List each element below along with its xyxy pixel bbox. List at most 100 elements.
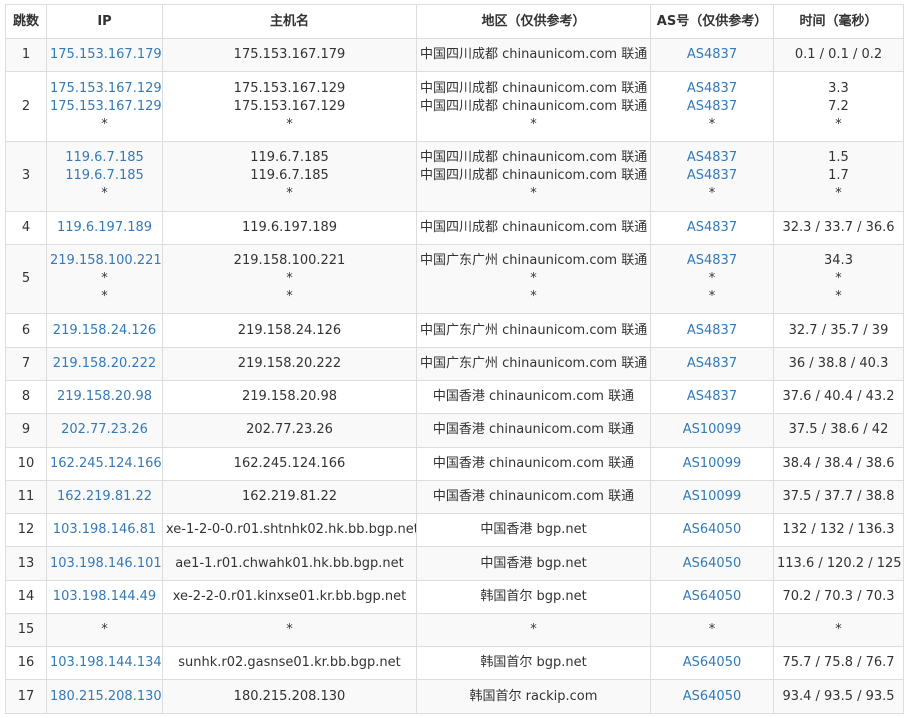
ip-link[interactable]: 219.158.24.126 <box>50 322 159 340</box>
time-text: 113.6 / 120.2 / 125 <box>777 555 902 571</box>
no-response-marker: * <box>286 116 293 132</box>
asn-link[interactable]: AS4837 <box>654 219 770 237</box>
asn-cell: AS10099 <box>650 413 774 448</box>
table-row: 15 * * * * * <box>5 612 904 648</box>
region-text: 中国广东广州 chinaunicom.com 联通 <box>420 322 648 338</box>
asn-link[interactable]: AS4837 <box>654 80 770 98</box>
hostname-text: 219.158.24.126 <box>237 322 342 338</box>
asn-link[interactable]: AS4837 <box>654 388 770 406</box>
ip-link[interactable]: 175.153.167.129 <box>50 80 162 98</box>
ip-link[interactable]: 180.215.208.130 <box>50 688 162 706</box>
column-header-asn: AS号（仅供参考） <box>650 4 774 39</box>
ip-link[interactable]: 162.219.81.22 <box>50 488 159 506</box>
region-text: 中国四川成都 chinaunicom.com 联通 <box>420 80 648 96</box>
region-text: 中国四川成都 chinaunicom.com 联通 <box>420 98 648 114</box>
hop-cell: 9 <box>5 413 47 448</box>
asn-link[interactable]: AS64050 <box>654 654 770 672</box>
asn-cell: AS4837 AS4837 * <box>650 140 774 212</box>
hop-cell: 17 <box>5 679 47 714</box>
hostname-text: 162.245.124.166 <box>233 455 346 471</box>
ip-cell: 162.245.124.166 <box>46 446 163 481</box>
hostname-text: 175.153.167.129 <box>233 80 346 96</box>
asn-link[interactable]: AS64050 <box>654 688 770 706</box>
table-row: 5 219.158.100.221 * * 219.158.100.221 * * 中国广东广… <box>5 243 904 315</box>
ip-link[interactable]: 119.6.7.185 <box>50 167 159 185</box>
hostname-text: 119.6.7.185 <box>250 168 329 184</box>
ip-link[interactable]: 219.158.20.222 <box>50 355 159 373</box>
hostname-text: 219.158.100.221 <box>233 253 346 269</box>
hostname-text: xe-2-2-0.r01.kinxse01.kr.bb.bgp.net <box>172 588 407 604</box>
ip-link[interactable]: 202.77.23.26 <box>50 421 159 439</box>
column-header-region: 地区（仅供参考） <box>416 4 651 39</box>
region-text: 中国香港 bgp.net <box>480 555 587 571</box>
no-response-marker: * <box>708 289 716 305</box>
no-response-marker: * <box>708 271 716 287</box>
hostname-text: 180.215.208.130 <box>233 688 346 704</box>
asn-link[interactable]: AS4837 <box>654 149 770 167</box>
ip-link[interactable]: 175.153.167.129 <box>50 98 162 116</box>
hostname-text: xe-1-2-0-0.r01.shtnhk02.hk.bb.bgp.net <box>166 522 417 538</box>
ip-link[interactable]: 103.198.146.101 <box>50 555 162 573</box>
asn-link[interactable]: AS4837 <box>654 98 770 116</box>
ip-cell: 175.153.167.179 <box>46 37 163 73</box>
ip-link[interactable]: 119.6.197.189 <box>50 219 159 237</box>
no-response-marker: * <box>708 186 716 202</box>
ip-link[interactable]: 219.158.100.221 <box>50 252 162 270</box>
region-cell: 中国香港 chinaunicom.com 联通 <box>416 479 651 515</box>
host-cell: xe-1-2-0-0.r01.shtnhk02.hk.bb.bgp.net <box>162 513 417 548</box>
ip-cell: 103.198.144.134 <box>46 646 163 681</box>
asn-cell: AS64050 <box>650 646 774 681</box>
asn-link[interactable]: AS64050 <box>654 521 770 539</box>
asn-link[interactable]: AS4837 <box>654 252 770 270</box>
region-text: 中国香港 chinaunicom.com 联通 <box>432 488 635 504</box>
hop-cell: 14 <box>5 579 47 614</box>
time-cell: 38.4 / 38.4 / 38.6 <box>773 446 904 481</box>
ip-link[interactable]: 219.158.20.98 <box>50 388 159 406</box>
region-cell: 中国香港 chinaunicom.com 联通 <box>416 446 651 481</box>
asn-link[interactable]: AS4837 <box>654 167 770 185</box>
asn-link[interactable]: AS64050 <box>654 588 770 606</box>
asn-link[interactable]: AS4837 <box>654 322 770 340</box>
asn-link[interactable]: AS64050 <box>654 555 770 573</box>
time-cell: 1.5 1.7 * <box>773 140 904 212</box>
asn-link[interactable]: AS10099 <box>654 455 770 473</box>
region-cell: 中国香港 bgp.net <box>416 546 651 581</box>
no-response-marker: * <box>530 186 537 202</box>
ip-link[interactable]: 119.6.7.185 <box>50 149 159 167</box>
table-row: 10 162.245.124.166 162.245.124.166 中国香港 chi… <box>5 446 904 481</box>
no-response-marker: * <box>835 289 842 305</box>
region-cell: 中国香港 chinaunicom.com 联通 <box>416 413 651 448</box>
host-cell: * <box>162 612 417 648</box>
time-cell: 36 / 38.8 / 40.3 <box>773 346 904 381</box>
ip-link[interactable]: 103.198.146.81 <box>50 521 159 539</box>
asn-link[interactable]: AS4837 <box>654 355 770 373</box>
region-text: 中国四川成都 chinaunicom.com 联通 <box>420 168 648 184</box>
asn-link[interactable]: AS10099 <box>654 421 770 439</box>
ip-link[interactable]: 103.198.144.134 <box>50 654 162 672</box>
ip-link[interactable]: 162.245.124.166 <box>50 455 162 473</box>
region-text: 中国四川成都 chinaunicom.com 联通 <box>420 150 648 166</box>
asn-cell: AS64050 <box>650 679 774 714</box>
time-text: 1.7 <box>828 168 849 184</box>
hostname-text: 119.6.7.185 <box>250 150 329 166</box>
region-cell: 韩国首尔 bgp.net <box>416 579 651 614</box>
ip-cell: 103.198.146.101 <box>46 546 163 581</box>
region-text: 中国广东广州 chinaunicom.com 联通 <box>420 253 648 269</box>
ip-link[interactable]: 103.198.144.49 <box>50 588 159 606</box>
time-text: 70.2 / 70.3 / 70.3 <box>782 588 895 604</box>
time-text: 37.5 / 38.6 / 42 <box>788 422 889 438</box>
ip-cell: 119.6.7.185 119.6.7.185 * <box>46 140 163 212</box>
asn-link[interactable]: AS4837 <box>654 46 770 64</box>
table-row: 12 103.198.146.81 xe-1-2-0-0.r01.shtnhk02.… <box>5 513 904 548</box>
host-cell: 162.245.124.166 <box>162 446 417 481</box>
host-cell: 219.158.24.126 <box>162 313 417 348</box>
time-cell: 3.3 7.2 * <box>773 71 904 142</box>
time-cell: 0.1 / 0.1 / 0.2 <box>773 37 904 73</box>
asn-link[interactable]: AS10099 <box>654 488 770 506</box>
ip-link[interactable]: 175.153.167.179 <box>50 46 162 64</box>
time-text: 32.3 / 33.7 / 36.6 <box>782 219 895 235</box>
no-response-marker: * <box>101 271 108 287</box>
region-cell: 中国四川成都 chinaunicom.com 联通 <box>416 210 651 245</box>
no-response-marker: * <box>835 271 842 287</box>
no-response-marker: * <box>101 116 108 132</box>
